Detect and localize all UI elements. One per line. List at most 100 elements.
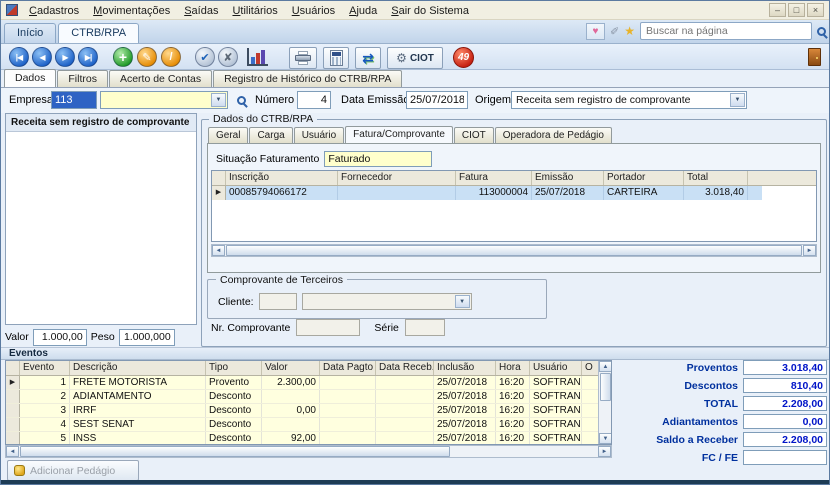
empresa-field[interactable] — [51, 91, 97, 109]
adicionar-pedagio-button[interactable]: Adicionar Pedágio — [7, 460, 139, 481]
tab-inicio[interactable]: Início — [4, 23, 56, 43]
minimize-icon[interactable]: – — [769, 3, 786, 17]
column-header[interactable]: Valor — [262, 361, 320, 375]
chevron-down-icon[interactable]: ▼ — [730, 93, 745, 107]
subtab-acerto-de-contas[interactable]: Acerto de Contas — [109, 70, 212, 87]
print-button[interactable] — [289, 47, 317, 69]
ciot-button[interactable]: ⚙ CIOT — [387, 47, 443, 69]
calculator-icon — [330, 50, 343, 66]
column-header[interactable]: Data Receb. — [376, 361, 434, 375]
transfer-button[interactable]: ⇄ — [355, 47, 381, 69]
cell-hora: 16:20 — [496, 418, 530, 431]
column-header[interactable]: Fatura — [456, 171, 532, 185]
tab-ctrb-rpa[interactable]: CTRB/RPA — [58, 23, 139, 43]
header-selector — [212, 171, 226, 185]
tab-fatura-comprovante[interactable]: Fatura/Comprovante — [345, 126, 453, 143]
tab-carga[interactable]: Carga — [249, 127, 292, 143]
column-header[interactable]: Data Pagto — [320, 361, 376, 375]
origem-combo[interactable]: Receita sem registro de comprovante ▼ — [511, 91, 747, 109]
saldo-a-receber-label: Saldo a Receber — [656, 434, 738, 446]
empresa-search-button[interactable] — [232, 92, 250, 109]
column-header[interactable]: Fornecedor — [338, 171, 456, 185]
chart-button[interactable] — [247, 48, 268, 66]
subtab-registro-historico[interactable]: Registro de Histórico do CTRB/RPA — [213, 70, 402, 87]
table-row[interactable]: 3 IRRF Desconto 0,00 25/07/2018 16:20 SO… — [6, 404, 598, 418]
scrollbar-thumb[interactable] — [226, 245, 802, 256]
cell-inclusao: 25/07/2018 — [434, 432, 496, 445]
peso-field[interactable] — [119, 329, 175, 346]
numero-field[interactable] — [297, 91, 331, 109]
scroll-left-icon[interactable]: ◄ — [212, 245, 225, 256]
scroll-right-icon[interactable]: ► — [803, 245, 816, 256]
fatura-horizontal-scrollbar[interactable]: ◄ ► — [211, 244, 817, 257]
confirm-button[interactable]: ✔ — [195, 47, 215, 67]
calculator-button[interactable] — [323, 47, 349, 69]
first-record-button[interactable]: |◀ — [9, 47, 29, 67]
eventos-vertical-scrollbar[interactable]: ▲ ▼ — [598, 361, 611, 444]
column-header[interactable]: Emissão — [532, 171, 604, 185]
eventos-horizontal-scrollbar[interactable]: ◄ ► — [5, 445, 612, 458]
table-row[interactable]: 4 SEST SENAT Desconto 25/07/2018 16:20 S… — [6, 418, 598, 432]
column-header[interactable]: Usuário — [530, 361, 582, 375]
tab-ciot[interactable]: CIOT — [454, 127, 494, 143]
scrollbar-thumb[interactable] — [20, 446, 450, 457]
close-icon[interactable]: × — [807, 3, 824, 17]
column-header[interactable]: Total — [684, 171, 748, 185]
subtab-dados[interactable]: Dados — [4, 69, 56, 87]
cell-evento: 1 — [20, 376, 70, 389]
favorites-button[interactable]: ♥ — [586, 23, 605, 40]
previous-record-button[interactable]: ◀ — [32, 47, 52, 67]
search-input[interactable] — [641, 24, 811, 38]
tab-usuario[interactable]: Usuário — [294, 127, 344, 143]
menu-utilitarios[interactable]: Utilitários — [225, 3, 284, 18]
menu-usuarios[interactable]: Usuários — [285, 3, 342, 18]
discard-button[interactable]: ✘ — [218, 47, 238, 67]
chevron-down-icon[interactable]: ▼ — [211, 93, 226, 107]
row-selector — [6, 418, 20, 431]
origem-combo-value: Receita sem registro de comprovante — [516, 94, 691, 106]
valor-peso-row: Valor Peso — [5, 327, 197, 347]
menu-ajuda[interactable]: Ajuda — [342, 3, 384, 18]
maximize-icon[interactable]: □ — [788, 3, 805, 17]
fc-fe-value — [743, 450, 827, 465]
edit-button[interactable]: ✎ — [137, 47, 157, 67]
menu-cadastros[interactable]: Cadastros — [22, 3, 86, 18]
table-row[interactable]: ▶ 1 FRETE MOTORISTA Provento 2.300,00 25… — [6, 376, 598, 390]
column-header[interactable]: Tipo — [206, 361, 262, 375]
valor-field[interactable] — [33, 329, 87, 346]
toolbar: |◀ ◀ ▶ ▶| + ✎ / ✔ ✘ ⇄ ⚙ CIOT 49 — [1, 44, 829, 70]
cell-tipo: Desconto — [206, 432, 262, 445]
row-selector: ▶ — [6, 376, 20, 389]
tab-geral[interactable]: Geral — [208, 127, 248, 143]
table-row[interactable]: 5 INSS Desconto 92,00 25/07/2018 16:20 S… — [6, 432, 598, 445]
subtab-filtros[interactable]: Filtros — [57, 70, 108, 87]
menu-sair-do-sistema[interactable]: Sair do Sistema — [384, 3, 476, 18]
cell-tipo: Desconto — [206, 404, 262, 417]
next-record-button[interactable]: ▶ — [55, 47, 75, 67]
empresa-combo[interactable]: ▼ — [100, 91, 228, 109]
cell-data-pagto — [320, 404, 376, 417]
scrollbar-thumb[interactable] — [600, 373, 611, 401]
table-row[interactable]: 2 ADIANTAMENTO Desconto 25/07/2018 16:20… — [6, 390, 598, 404]
scroll-left-icon[interactable]: ◄ — [6, 446, 19, 457]
pin-icon[interactable]: ✐ — [610, 25, 619, 38]
column-header[interactable]: Descrição — [70, 361, 206, 375]
star-icon[interactable]: ★ — [624, 24, 635, 38]
add-button[interactable]: + — [113, 47, 133, 67]
column-header[interactable]: Evento — [20, 361, 70, 375]
table-row[interactable]: ▶ 00085794066172 113000004 25/07/2018 CA… — [212, 186, 816, 200]
column-header[interactable]: Inclusão — [434, 361, 496, 375]
column-header[interactable]: Inscrição — [226, 171, 338, 185]
gear-icon: ⚙ — [396, 51, 407, 65]
menu-saidas[interactable]: Saídas — [177, 3, 225, 18]
column-header[interactable]: Portador — [604, 171, 684, 185]
exit-door-icon[interactable] — [808, 48, 821, 66]
data-emissao-field[interactable] — [406, 91, 468, 109]
scroll-right-icon[interactable]: ► — [598, 446, 611, 457]
cancel-button[interactable]: / — [161, 47, 181, 67]
tab-operadora-pedagio[interactable]: Operadora de Pedágio — [495, 127, 612, 143]
column-header[interactable]: Hora — [496, 361, 530, 375]
menu-movimentacoes[interactable]: Movimentações — [86, 3, 177, 18]
last-record-button[interactable]: ▶| — [78, 47, 98, 67]
search-icon[interactable] — [817, 27, 826, 36]
